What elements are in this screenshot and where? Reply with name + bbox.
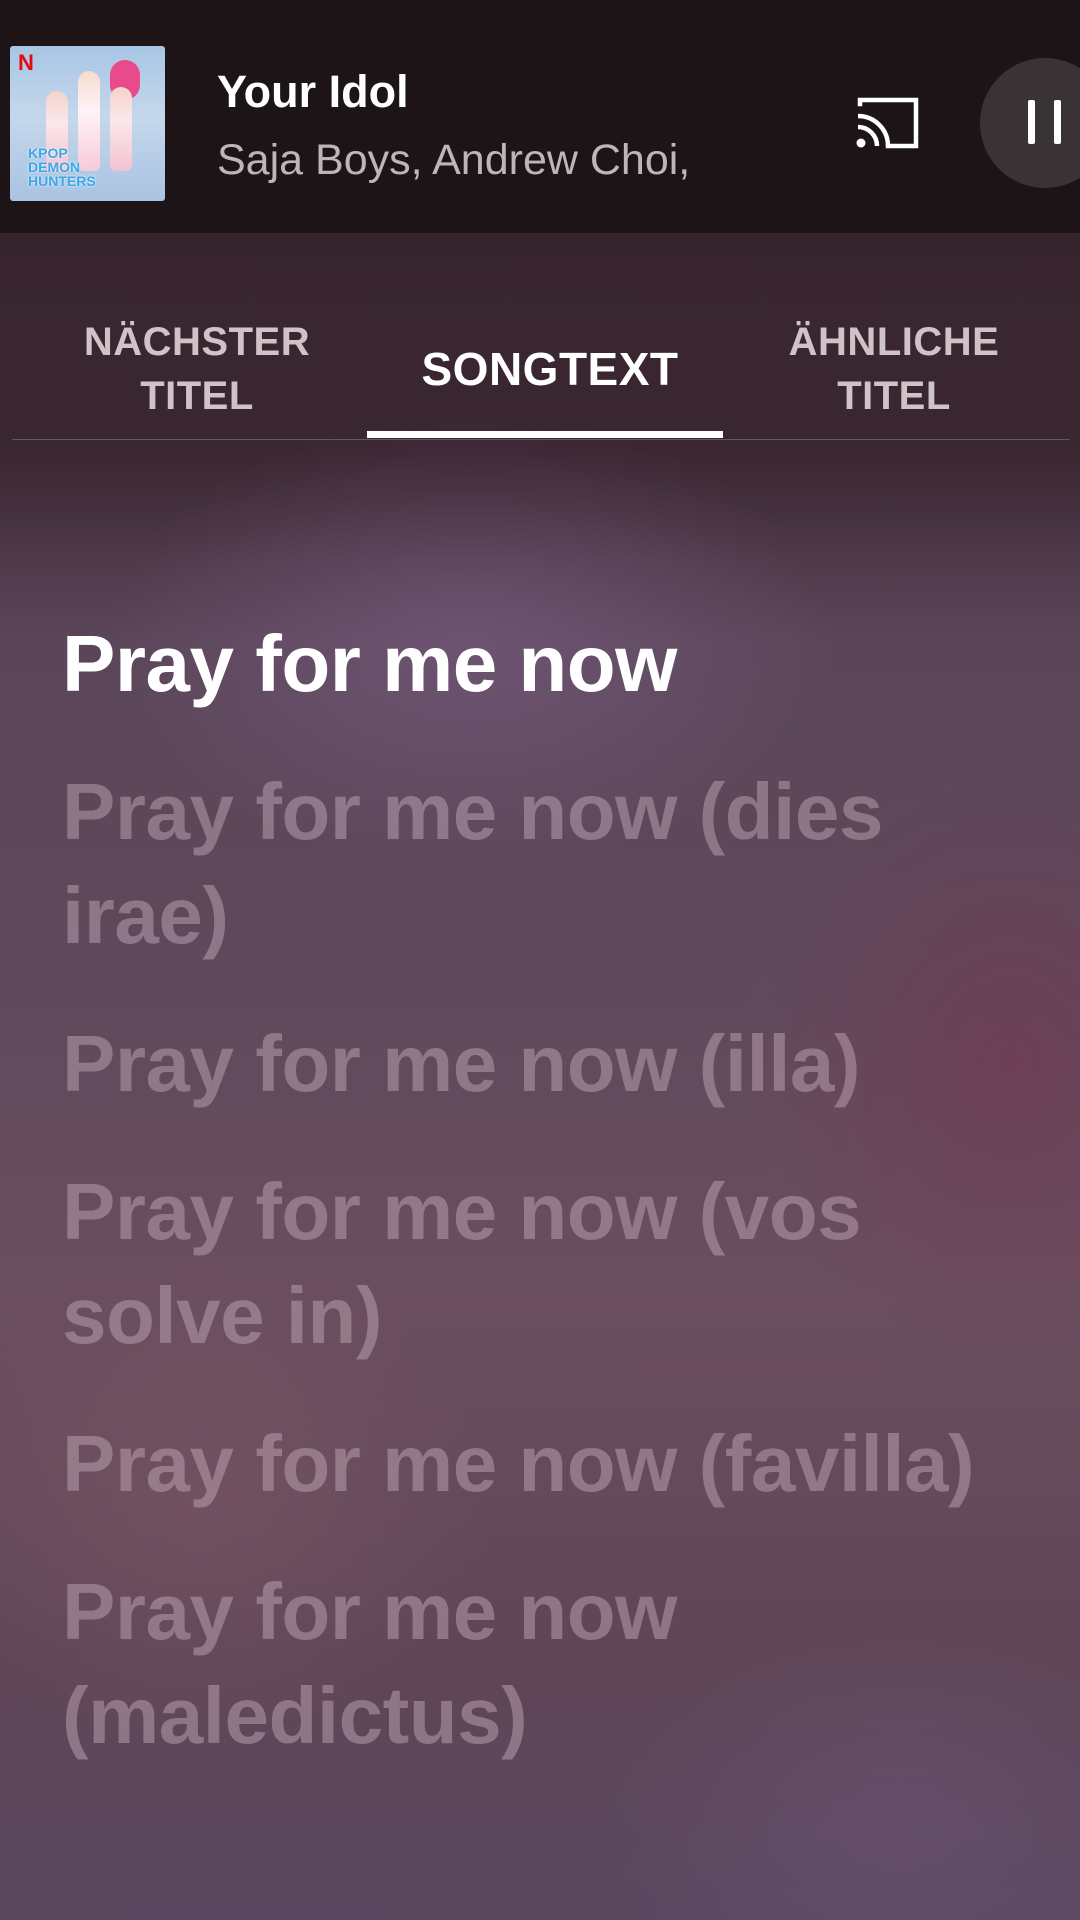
- album-art-figure: [110, 87, 132, 171]
- lyric-line-current[interactable]: Pray for me now: [62, 612, 982, 716]
- lyric-spacer: [62, 1368, 982, 1412]
- album-art-logo: KPOP DEMON HUNTERS: [28, 145, 96, 189]
- lyrics-panel[interactable]: Pray for me now Pray for me now (dies ir…: [62, 612, 982, 1768]
- lyric-line[interactable]: Pray for me now (vos solve in): [62, 1160, 982, 1368]
- lyric-spacer: [62, 968, 982, 1012]
- lyric-line[interactable]: Pray for me now (dies irae): [62, 760, 982, 968]
- lyric-line[interactable]: Pray for me now (favilla): [62, 1412, 982, 1516]
- tab-label: ÄHNLICHE TITEL: [788, 320, 1000, 418]
- lyric-line[interactable]: Pray for me now (illa): [62, 1012, 982, 1116]
- tab-label: SONGTEXT: [421, 343, 679, 395]
- netflix-logo: N: [18, 50, 34, 75]
- selected-tab-indicator: [367, 431, 723, 438]
- cast-icon: [856, 97, 919, 149]
- tab-related[interactable]: ÄHNLICHE TITEL: [718, 298, 1070, 440]
- tab-lyrics[interactable]: SONGTEXT: [368, 298, 732, 440]
- pause-icon: [1028, 100, 1035, 144]
- tab-label: NÄCHSTER TITEL: [83, 320, 311, 418]
- pause-button[interactable]: [980, 58, 1080, 188]
- lyric-line[interactable]: Pray for me now (maledictus): [62, 1560, 982, 1768]
- pause-icon: [1054, 100, 1061, 144]
- album-art[interactable]: N KPOP DEMON HUNTERS: [10, 46, 165, 201]
- tab-divider: [12, 439, 1070, 440]
- tab-bar: NÄCHSTER TITEL SONGTEXT ÄHNLICHE TITEL: [12, 298, 1070, 440]
- lyric-spacer: [62, 1516, 982, 1560]
- track-artist[interactable]: Saja Boys, Andrew Choi,: [217, 136, 690, 185]
- tab-up-next[interactable]: NÄCHSTER TITEL: [12, 298, 382, 440]
- track-title[interactable]: Your Idol: [217, 66, 409, 118]
- mini-player[interactable]: N KPOP DEMON HUNTERS Your Idol Saja Boys…: [0, 0, 1080, 233]
- lyric-spacer: [62, 1116, 982, 1160]
- cast-button[interactable]: [854, 94, 920, 150]
